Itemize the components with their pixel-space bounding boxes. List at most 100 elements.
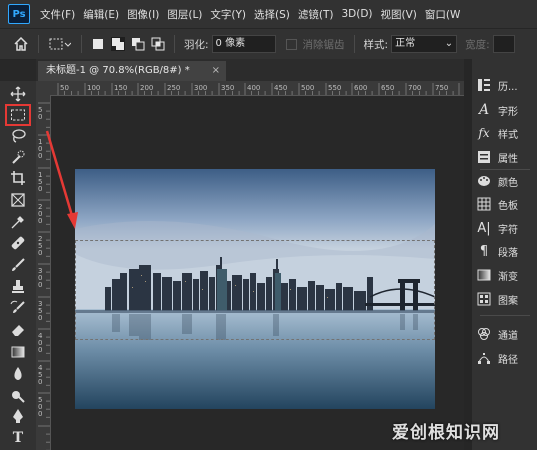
vertical-ruler: 50100150200250300350400450500 [36,95,51,450]
frame-icon[interactable] [6,191,30,209]
ruler-label: 0 [38,152,42,160]
width-input[interactable] [492,35,515,53]
ruler-label: 0 [38,217,42,225]
ruler-label: 0 [38,410,42,418]
ruler-label: 450 [274,84,287,92]
panel-glyphs[interactable]: A 字形 [476,100,536,120]
dodge-icon[interactable] [6,386,30,404]
photoshop-logo[interactable]: Ps [8,4,30,24]
panel-character[interactable]: A| 字符 [476,218,536,238]
ruler-label: 500 [301,84,314,92]
rect-marquee-icon[interactable] [5,104,31,126]
panel-swatches[interactable]: 色板 [476,194,536,214]
menu-view[interactable]: 视图(V) [377,7,421,22]
panel-channels-label: 通道 [498,330,518,342]
panel-divider [480,169,530,170]
panel-paths-label: 路径 [498,354,518,366]
menu-bar: Ps 文件(F) 编辑(E) 图像(I) 图层(L) 文字(Y) 选择(S) 滤… [0,0,537,28]
panel-history[interactable]: 历... [476,75,536,95]
intersect-selection-button[interactable] [151,37,165,51]
ruler-label: 0 [38,249,42,257]
ruler-label: 250 [167,84,180,92]
menu-window[interactable]: 窗口(W [421,7,464,22]
ruler-label: 350 [221,84,234,92]
brush-icon[interactable] [6,256,30,274]
bandage-icon[interactable] [6,234,30,252]
style-label: 样式: [363,38,389,51]
menu-select[interactable]: 选择(S) [250,7,294,22]
gradient-panel-icon [476,267,492,283]
crop-icon[interactable] [6,169,30,187]
swatches-icon [476,196,492,212]
add-to-selection-button[interactable] [111,37,125,51]
menu-type[interactable]: 文字(Y) [206,7,250,22]
style-select[interactable]: 正常 ⌄ [391,35,458,53]
pen-icon[interactable] [6,407,30,425]
panel-properties-label: 属性 [498,153,518,165]
panel-gradient[interactable]: 渐变 [476,265,536,285]
watermark-text: 爱创根知识网 [392,423,500,443]
panel-history-label: 历... [498,81,518,93]
panel-paths[interactable]: 路径 [476,348,536,368]
properties-icon [476,149,492,165]
menu-edit[interactable]: 编辑(E) [79,7,123,22]
patterns-icon [476,291,492,307]
menu-layer[interactable]: 图层(L) [163,7,206,22]
ruler-label: 0 [38,346,42,354]
feather-input[interactable]: 0 像素 [211,35,276,53]
history-brush-icon[interactable] [6,299,30,317]
panels-dock: 历... A 字形 fx 样式 属性 颜色 色板 A| 字符 ¶ 段落 渐变 图… [472,59,537,450]
selection-outline-shadow [75,240,435,340]
panel-glyphs-label: 字形 [498,106,518,118]
panel-properties[interactable]: 属性 [476,147,536,167]
gradient-icon[interactable] [6,343,30,361]
options-divider [38,35,39,53]
ruler-label: 100 [87,84,100,92]
ruler-label: 0 [38,281,42,289]
vertical-ruler-ticks: 50100150200250300350400450500 [38,102,50,450]
panel-patterns-label: 图案 [498,295,518,307]
ruler-label: 400 [247,84,260,92]
eyedropper-icon[interactable] [6,213,30,231]
options-divider [174,35,175,53]
ruler-label: 150 [114,84,127,92]
home-icon[interactable] [10,35,32,53]
document-tab[interactable]: 未标题-1 @ 70.8%(RGB/8#) * × [38,61,226,81]
panel-patterns[interactable]: 图案 [476,289,536,309]
tool-preset-picker[interactable] [49,37,71,51]
new-selection-button[interactable] [91,37,105,51]
ruler-label: 550 [328,84,341,92]
history-icon [476,77,492,93]
panel-color-label: 颜色 [498,177,518,189]
width-label: 宽度: [465,38,490,51]
lasso-icon[interactable] [6,127,30,145]
close-icon[interactable]: × [212,61,220,81]
document-tab-title: 未标题-1 @ 70.8%(RGB/8#) * [46,65,190,76]
stamp-icon[interactable] [6,278,30,296]
panel-swatches-label: 色板 [498,200,518,212]
panel-paragraph[interactable]: ¶ 段落 [476,241,536,261]
tools-panel: T [0,81,37,450]
menu-filter[interactable]: 滤镜(T) [294,7,338,22]
type-icon[interactable]: T [6,429,30,447]
ruler-label: 750 [435,84,448,92]
horizontal-ruler: 50 100 150 200 250 300 350 400 450 500 550 600 650 70… [36,81,464,96]
move-icon[interactable] [6,85,30,103]
menu-3d[interactable]: 3D(D) [337,8,376,20]
style-select-value: 正常 [395,38,416,49]
chevron-down-icon: ⌄ [444,38,454,49]
glyphs-icon: A [478,102,490,118]
quick-select-icon[interactable] [6,148,30,166]
eraser-icon[interactable] [6,321,30,339]
panel-color[interactable]: 颜色 [476,171,536,191]
antialias-checkbox[interactable] [285,38,297,50]
panel-styles[interactable]: fx 样式 [476,123,536,143]
drop-icon[interactable] [6,365,30,383]
ruler-label: 300 [194,84,207,92]
subtract-from-selection-button[interactable] [131,37,145,51]
panel-character-label: 字符 [498,224,518,236]
menu-image[interactable]: 图像(I) [123,7,163,22]
menu-file[interactable]: 文件(F) [36,7,79,22]
rectangular-selection[interactable] [75,240,435,340]
panel-channels[interactable]: 通道 [476,324,536,344]
